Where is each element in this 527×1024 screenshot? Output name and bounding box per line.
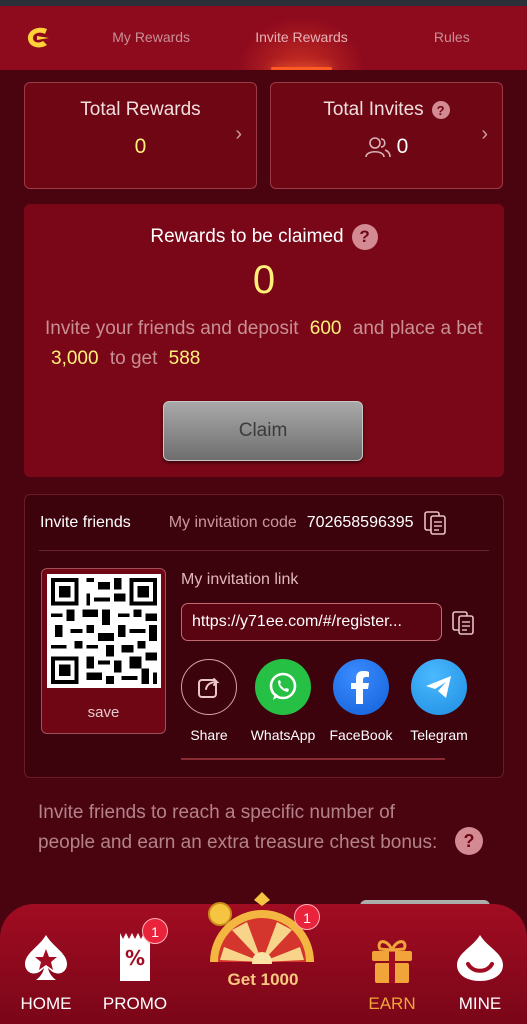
qr-save-button[interactable]: save — [42, 693, 165, 733]
copy-code-icon[interactable] — [423, 511, 446, 535]
help-icon[interactable]: ? — [351, 224, 378, 250]
spade-profile-icon — [457, 935, 503, 981]
nav-earn[interactable]: EARN — [362, 931, 422, 1014]
total-invites-card[interactable]: Total Invites ? 0 › — [270, 82, 503, 189]
divider — [39, 550, 489, 551]
telegram-label: Telegram — [410, 727, 468, 743]
tab-rules[interactable]: Rules — [377, 6, 527, 70]
telegram-icon — [411, 659, 467, 715]
bottom-tab-bar: HOME % PROMO 1 1 Get 1000 EARN MINE — [0, 892, 527, 1024]
back-logo-icon[interactable] — [0, 6, 76, 70]
gift-icon — [372, 940, 412, 983]
share-item-more[interactable] — [478, 659, 489, 715]
nav-mine-label: MINE — [458, 994, 502, 1013]
bonus-description: Invite friends to reach a specific numbe… — [38, 802, 438, 853]
nav-promo-label: PROMO — [102, 994, 168, 1013]
total-invites-value: 0 — [396, 135, 409, 158]
total-rewards-label: Total Rewards — [80, 99, 201, 120]
help-icon[interactable]: ? — [431, 101, 450, 119]
invitation-code-label: My invitation code — [168, 514, 297, 531]
invite-title: Invite friends — [40, 514, 131, 531]
main-content: Total Rewards 0 › Total Invites ? 0 › Re… — [0, 70, 527, 940]
nav-earn-label: EARN — [368, 994, 416, 1013]
share-item-share[interactable]: Share — [181, 659, 248, 743]
bet-amount: 3,000 — [51, 348, 99, 369]
svg-text:%: % — [125, 946, 145, 970]
help-icon[interactable]: ? — [455, 827, 483, 855]
qr-code-icon — [47, 574, 161, 688]
total-invites-label: Total Invites — [323, 99, 424, 120]
share-icon — [181, 659, 237, 715]
facebook-label: FaceBook — [329, 727, 393, 743]
whatsapp-label: WhatsApp — [250, 727, 316, 743]
claim-desc-text: and place a bet — [352, 318, 483, 339]
share-options: Share WhatsApp FaceBook Telegram — [181, 659, 489, 749]
claim-title: Rewards to be claimed — [150, 226, 344, 247]
claim-desc-text: to get — [109, 348, 158, 369]
tab-my-rewards[interactable]: My Rewards — [76, 6, 226, 70]
total-rewards-value: 0 — [134, 135, 147, 158]
top-header: My Rewards Invite Rewards Rules — [0, 6, 527, 70]
invitation-link-label: My invitation link — [181, 571, 299, 588]
invite-friends-card: Invite friends My invitation code 702658… — [24, 494, 504, 778]
nav-mine[interactable]: MINE — [448, 931, 512, 1014]
promo-badge: 1 — [142, 918, 168, 944]
claim-description: Invite your friends and deposit 600 and … — [45, 314, 485, 374]
nav-home[interactable]: HOME — [14, 931, 78, 1014]
nav-home-label: HOME — [20, 994, 72, 1013]
share-item-facebook[interactable]: FaceBook — [322, 659, 400, 743]
users-icon — [364, 137, 391, 158]
share-item-telegram[interactable]: Telegram — [400, 659, 478, 743]
wheel-label[interactable]: Get 1000 — [213, 970, 313, 990]
rewards-claim-card: Rewards to be claimed ? 0 Invite your fr… — [24, 204, 504, 477]
claim-button[interactable]: Claim — [163, 401, 363, 461]
invitation-code: 702658596395 — [306, 514, 414, 531]
tab-invite-rewards[interactable]: Invite Rewards — [226, 6, 377, 70]
reward-amount: 588 — [168, 348, 201, 369]
spade-home-icon — [25, 935, 67, 980]
share-scroll-indicator — [181, 758, 445, 760]
chevron-right-icon: › — [481, 123, 488, 145]
facebook-icon — [333, 659, 389, 715]
wheel-badge: 1 — [294, 904, 320, 930]
deposit-amount: 600 — [309, 318, 342, 339]
claim-amount: 0 — [252, 258, 276, 302]
share-item-whatsapp[interactable]: WhatsApp — [244, 659, 322, 743]
share-label: Share — [190, 727, 228, 743]
claim-desc-text: Invite your friends and deposit — [45, 318, 299, 339]
qr-code-panel[interactable]: save — [41, 568, 166, 734]
total-rewards-card[interactable]: Total Rewards 0 › — [24, 82, 257, 189]
invitation-link-field[interactable]: https://y71ee.com/#/register... — [181, 603, 442, 641]
chevron-right-icon: › — [235, 123, 242, 145]
copy-link-icon[interactable] — [452, 611, 474, 635]
whatsapp-icon — [255, 659, 311, 715]
